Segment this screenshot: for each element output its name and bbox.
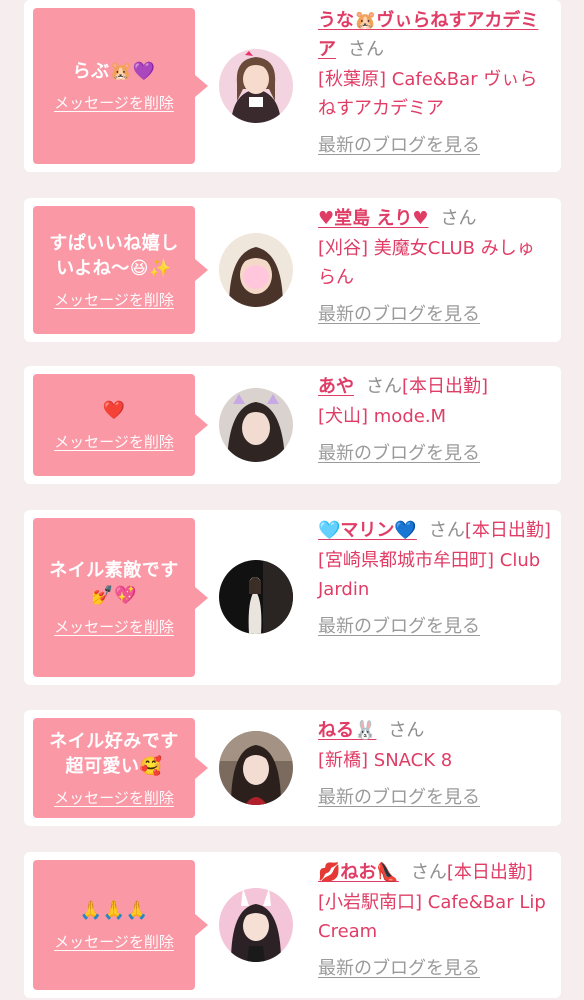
avatar[interactable] — [219, 560, 293, 634]
sender-name-link[interactable]: ♥堂島 えり♥ — [318, 208, 429, 229]
sender-name-link[interactable]: あや — [318, 376, 354, 397]
message-list: らぶ🐹💜 メッセージを削除 うな🐹ヴぃらねすアカデミア さん [秋葉原] Cafe… — [0, 0, 584, 1000]
latest-blog-link[interactable]: 最新のブログを見る — [318, 612, 480, 641]
sender-info: 💋ねお👠 さん[本日出勤] [小岩駅南口] Cafe&Bar Lip Cream … — [318, 858, 551, 983]
sender-info: あや さん[本日出勤] [犬山] mode.M 最新のブログを見る — [318, 372, 551, 468]
message-bubble: ❤️ メッセージを削除 — [33, 374, 208, 476]
sender-info: ねる🐰 さん [新橋] SNACK 8 最新のブログを見る — [318, 716, 551, 812]
status-badge: [本日出勤] — [446, 862, 533, 883]
message-text: ネイル好みです超可愛い🥰 — [49, 730, 179, 777]
girl-photo-icon — [219, 388, 293, 462]
honorific-label: さん — [366, 376, 402, 397]
message-bubble: すぱいいね嬉しいよね〜😆✨ メッセージを削除 — [33, 206, 208, 334]
latest-blog-link[interactable]: 最新のブログを見る — [318, 439, 480, 468]
honorific-label: さん — [410, 862, 447, 883]
sender-name-line: ねる🐰 さん — [318, 716, 551, 745]
delete-message-link[interactable]: メッセージを削除 — [54, 289, 174, 310]
honorific-label: さん — [428, 520, 465, 541]
avatar[interactable] — [219, 888, 293, 962]
girl-photo-icon — [219, 49, 293, 123]
delete-message-link[interactable]: メッセージを削除 — [54, 787, 174, 808]
message-bubble: ネイル素敵です💅💖 メッセージを削除 — [33, 518, 208, 677]
avatar[interactable] — [219, 49, 293, 123]
shop-label: [小岩駅南口] Cafe&Bar Lip Cream — [318, 892, 546, 942]
message-text: らぶ🐹💜 — [72, 61, 156, 82]
latest-blog-link[interactable]: 最新のブログを見る — [318, 954, 480, 983]
delete-message-link[interactable]: メッセージを削除 — [54, 431, 174, 452]
message-bubble: 🙏🙏🙏 メッセージを削除 — [33, 860, 208, 990]
status-badge: [本日出勤] — [464, 520, 551, 541]
message-card: ネイル素敵です💅💖 メッセージを削除 🩵マリン💙 さん[本日出勤] [宮崎県都城市… — [24, 510, 561, 685]
honorific-label: さん — [388, 720, 425, 741]
sender-name-link[interactable]: ねる🐰 — [318, 720, 376, 741]
sender-name-line: うな🐹ヴぃらねすアカデミア さん — [318, 6, 551, 64]
message-card: らぶ🐹💜 メッセージを削除 うな🐹ヴぃらねすアカデミア さん [秋葉原] Cafe… — [24, 0, 561, 172]
girl-photo-icon — [219, 731, 293, 805]
sender-name-line: ♥堂島 えり♥ さん — [318, 204, 551, 233]
shop-label: [宮崎県都城市牟田町] Club Jardin — [318, 550, 541, 600]
latest-blog-link[interactable]: 最新のブログを見る — [318, 783, 480, 812]
girl-photo-icon — [219, 888, 293, 962]
sender-name-line: 🩵マリン💙 さん[本日出勤] — [318, 516, 551, 545]
shop-label: [犬山] mode.M — [318, 406, 447, 427]
girl-photo-icon — [219, 560, 293, 634]
message-card: ❤️ メッセージを削除 あや さん[本日出勤] [犬山] mode.M 最新のブロ… — [24, 366, 561, 484]
honorific-label: さん — [440, 208, 477, 229]
delete-message-link[interactable]: メッセージを削除 — [54, 92, 174, 113]
latest-blog-link[interactable]: 最新のブログを見る — [318, 300, 480, 329]
sender-name-line: あや さん[本日出勤] — [318, 372, 551, 401]
shop-label: [秋葉原] Cafe&Bar ヴぃらねすアカデミア — [318, 69, 538, 119]
sender-name-link[interactable]: 🩵マリン💙 — [318, 520, 417, 541]
sender-name-line: 💋ねお👠 さん[本日出勤] — [318, 858, 551, 887]
delete-message-link[interactable]: メッセージを削除 — [54, 931, 174, 952]
message-card: すぱいいね嬉しいよね〜😆✨ メッセージを削除 ♥堂島 えり♥ さん [刈谷] 美魔… — [24, 198, 561, 342]
avatar[interactable] — [219, 233, 293, 307]
message-text: 🙏🙏🙏 — [79, 900, 149, 921]
avatar[interactable] — [219, 731, 293, 805]
message-text: ネイル素敵です💅💖 — [49, 560, 179, 606]
sender-info: ♥堂島 えり♥ さん [刈谷] 美魔女CLUB みしゅらん 最新のブログを見る — [318, 204, 551, 329]
avatar[interactable] — [219, 388, 293, 462]
message-text: ❤️ — [102, 400, 126, 421]
latest-blog-link[interactable]: 最新のブログを見る — [318, 131, 480, 160]
sender-name-link[interactable]: 💋ねお👠 — [318, 862, 399, 883]
message-bubble: ネイル好みです超可愛い🥰 メッセージを削除 — [33, 718, 208, 818]
girl-photo-icon — [219, 233, 293, 307]
shop-label: [新橋] SNACK 8 — [318, 750, 453, 771]
honorific-label: さん — [348, 39, 384, 60]
message-text: すぱいいね嬉しいよね〜😆✨ — [49, 232, 179, 279]
delete-message-link[interactable]: メッセージを削除 — [54, 616, 174, 637]
sender-info: 🩵マリン💙 さん[本日出勤] [宮崎県都城市牟田町] Club Jardin 最新… — [318, 516, 551, 641]
message-bubble: らぶ🐹💜 メッセージを削除 — [33, 8, 208, 164]
sender-info: うな🐹ヴぃらねすアカデミア さん [秋葉原] Cafe&Bar ヴぃらねすアカデミ… — [318, 6, 551, 160]
shop-label: [刈谷] 美魔女CLUB みしゅらん — [318, 238, 535, 288]
status-badge: [本日出勤] — [402, 376, 489, 397]
message-card: 🙏🙏🙏 メッセージを削除 💋ねお👠 さん[本日出勤] [小岩駅南口] Cafe&B… — [24, 852, 561, 998]
message-card: ネイル好みです超可愛い🥰 メッセージを削除 ねる🐰 さん [新橋] SNACK 8… — [24, 710, 561, 826]
